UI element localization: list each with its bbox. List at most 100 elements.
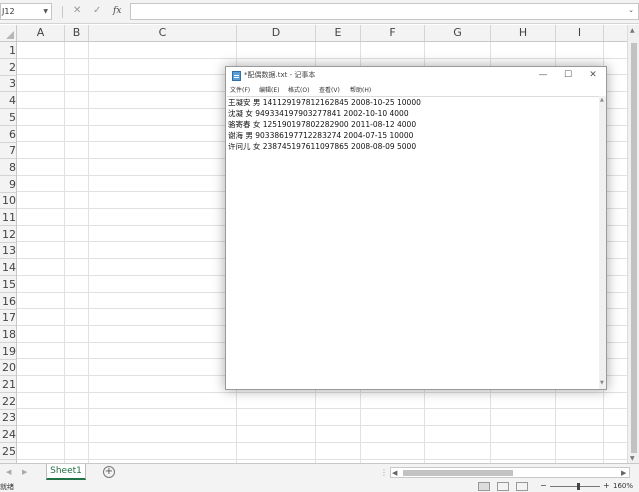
gridline-horizontal <box>17 458 627 460</box>
cancel-icon[interactable]: ✕ <box>73 4 81 18</box>
row-header-21[interactable]: 21 <box>0 376 16 393</box>
column-header-d[interactable]: D <box>237 25 316 41</box>
row-header-15[interactable]: 15 <box>0 276 16 293</box>
gridline-horizontal <box>17 408 627 410</box>
maximize-icon[interactable]: ☐ <box>557 68 579 82</box>
column-header-i[interactable]: I <box>556 25 604 41</box>
row-header: 1 2 3 4 5 6 7 8 9 10 11 12 13 14 15 16 17 18 19 20 21 22 23 24 2… <box>0 42 17 463</box>
sheet-tab-label: Sheet1 <box>50 466 82 476</box>
gridline-horizontal <box>17 441 627 443</box>
row-header-20[interactable]: 20 <box>0 359 16 377</box>
gridline-horizontal <box>17 391 627 393</box>
scroll-down-icon[interactable]: ▼ <box>630 455 635 462</box>
column-header-h[interactable]: H <box>491 25 556 41</box>
name-box-value: J12 <box>2 7 15 16</box>
row-header-6[interactable]: 6 <box>0 126 16 143</box>
scroll-up-icon[interactable]: ▲ <box>630 27 635 34</box>
zoom-slider[interactable] <box>550 486 600 487</box>
row-header-19[interactable]: 19 <box>0 343 16 360</box>
select-all-icon <box>6 31 14 39</box>
row-header-3[interactable]: 3 <box>0 75 16 93</box>
row-header-4[interactable]: 4 <box>0 92 16 110</box>
formula-bar: J12 ▼ ✕ ✓ fx ⌄ <box>0 0 639 24</box>
prev-sheet-icon[interactable]: ◀ <box>6 468 11 476</box>
name-box[interactable]: J12 ▼ <box>0 3 52 20</box>
plus-icon: + <box>104 466 114 477</box>
formula-input[interactable]: ⌄ <box>130 3 639 20</box>
column-header-f[interactable]: F <box>361 25 425 41</box>
notepad-app-icon <box>232 71 241 81</box>
row-header-12[interactable]: 12 <box>0 226 16 243</box>
row-header-7[interactable]: 7 <box>0 142 16 160</box>
notepad-window[interactable]: *配偶数据.txt - 记事本 — ☐ ✕ 文件(F) 编辑(E) 格式(O) … <box>225 66 607 390</box>
status-bar: 就绪 − + 160% <box>0 481 639 492</box>
horizontal-scrollbar[interactable]: ◀ ▶ <box>390 467 630 478</box>
scroll-thumb[interactable] <box>403 470 513 476</box>
sheet-tab-bar: ◀ ▶ Sheet1 + ⋮ ◀ ▶ <box>0 463 639 481</box>
sheet-tab[interactable]: Sheet1 <box>46 464 86 480</box>
column-header: ABCDEFGHI <box>0 25 639 42</box>
confirm-icon[interactable]: ✓ <box>93 4 101 18</box>
chevron-down-icon[interactable]: ⌄ <box>628 6 634 14</box>
notepad-text-area[interactable]: 王凝安 男 141129197812162845 2008-10-25 1000… <box>227 96 599 389</box>
scroll-up-icon[interactable]: ▲ <box>600 97 604 103</box>
scroll-right-icon[interactable]: ▶ <box>621 468 626 478</box>
row-header-22[interactable]: 22 <box>0 393 16 410</box>
gridline-horizontal <box>17 57 627 59</box>
scroll-thumb[interactable] <box>631 43 637 453</box>
gridline-vertical <box>64 42 65 463</box>
column-header-b[interactable]: B <box>65 25 89 41</box>
row-header-14[interactable]: 14 <box>0 259 16 277</box>
scroll-down-icon[interactable]: ▼ <box>600 380 604 386</box>
row-header-23[interactable]: 23 <box>0 409 16 427</box>
row-header-25[interactable]: 25 <box>0 443 16 460</box>
chevron-down-icon[interactable]: ▼ <box>43 4 48 19</box>
menu-view[interactable]: 查看(V) <box>319 85 340 96</box>
excel-window: J12 ▼ ✕ ✓ fx ⌄ ABCDEFGHI 1 2 3 4 5 6 7 8 9 10 11 12… <box>0 0 639 492</box>
zoom-out-icon[interactable]: − <box>540 481 547 490</box>
column-header-c[interactable]: C <box>89 25 237 41</box>
menu-file[interactable]: 文件(F) <box>230 85 250 96</box>
row-header-16[interactable]: 16 <box>0 293 16 310</box>
zoom-level[interactable]: 160% <box>613 482 633 490</box>
add-sheet-button[interactable]: + <box>103 466 115 478</box>
column-header-g[interactable]: G <box>425 25 491 41</box>
text-line: 谢海 男 903386197712283274 2004-07-15 10000 <box>228 131 414 140</box>
column-header-a[interactable]: A <box>17 25 65 41</box>
close-icon[interactable]: ✕ <box>582 68 604 82</box>
zoom-in-icon[interactable]: + <box>603 481 610 490</box>
row-header-24[interactable]: 24 <box>0 426 16 444</box>
notepad-titlebar[interactable]: *配偶数据.txt - 记事本 — ☐ ✕ <box>226 67 606 85</box>
row-header-17[interactable]: 17 <box>0 309 16 327</box>
notepad-vertical-scrollbar[interactable]: ▲ ▼ <box>599 96 606 389</box>
row-header-18[interactable]: 18 <box>0 326 16 343</box>
vertical-scrollbar[interactable]: ▲ ▼ <box>627 25 639 463</box>
menu-help[interactable]: 帮助(H) <box>350 85 371 96</box>
row-header-9[interactable]: 9 <box>0 176 16 193</box>
menu-format[interactable]: 格式(O) <box>288 85 309 96</box>
row-header-2[interactable]: 2 <box>0 59 16 76</box>
split-handle-icon[interactable]: ⋮ <box>380 468 388 477</box>
zoom-slider-handle[interactable] <box>577 483 580 490</box>
page-break-view-button[interactable] <box>516 482 528 491</box>
gridline-vertical <box>88 42 89 463</box>
text-line: 骆寄春 女 125190197802282900 2011-08-12 4000 <box>228 120 417 129</box>
row-header-5[interactable]: 5 <box>0 109 16 126</box>
row-header-8[interactable]: 8 <box>0 159 16 176</box>
minimize-icon[interactable]: — <box>532 68 554 82</box>
column-header-e[interactable]: E <box>316 25 361 41</box>
select-all-button[interactable] <box>0 25 17 41</box>
row-header-13[interactable]: 13 <box>0 242 16 260</box>
normal-view-button[interactable] <box>478 482 490 491</box>
gridline-horizontal <box>17 425 627 427</box>
scroll-left-icon[interactable]: ◀ <box>392 468 397 478</box>
separator <box>62 6 63 18</box>
page-layout-view-button[interactable] <box>497 482 509 491</box>
row-header-1[interactable]: 1 <box>0 42 16 59</box>
next-sheet-icon[interactable]: ▶ <box>22 468 27 476</box>
insert-function-icon[interactable]: fx <box>113 4 121 18</box>
row-header-10[interactable]: 10 <box>0 192 16 210</box>
row-header-11[interactable]: 11 <box>0 209 16 226</box>
menu-edit[interactable]: 编辑(E) <box>259 85 279 96</box>
text-line: 许问儿 女 238745197611097865 2008-08-09 5000 <box>228 142 417 151</box>
